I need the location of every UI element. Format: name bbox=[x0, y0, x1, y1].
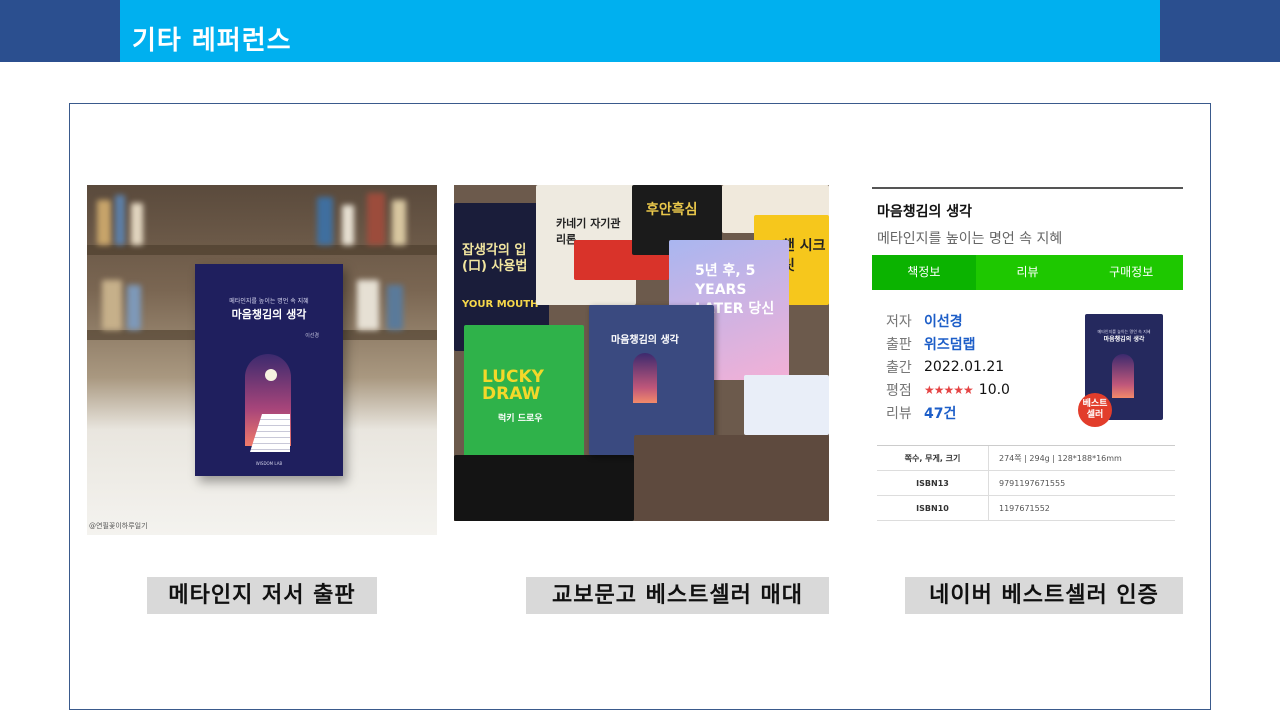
rating-value: 10.0 bbox=[978, 381, 1010, 398]
blurred-book bbox=[367, 193, 385, 245]
blurred-book bbox=[317, 197, 333, 245]
cover-moon-illustration bbox=[265, 369, 277, 381]
display-book-title: 후안흑심 bbox=[646, 202, 698, 218]
cover-door-illustration bbox=[633, 353, 657, 403]
naver-book-title: 마음챙김의 생각 bbox=[877, 204, 973, 220]
header-accent-right bbox=[1160, 0, 1280, 62]
caption-kyobo-bestseller: 교보문고 베스트셀러 매대 bbox=[526, 577, 829, 614]
info-label: 출간 bbox=[886, 359, 912, 376]
blurred-book bbox=[127, 285, 141, 330]
table-row: ISBN13 9791197671555 bbox=[877, 471, 1175, 496]
shelf-line bbox=[87, 245, 437, 255]
info-row-date: 출간 2022.01.21 bbox=[886, 355, 1010, 378]
book-info-list: 저자 이선경 출판 위즈덤랩 출간 2022.01.21 평점 ★★★★★ 10… bbox=[886, 309, 1010, 424]
table-cell: 9791197671555 bbox=[999, 478, 1066, 488]
caption-book-publication: 메타인지 저서 출판 bbox=[147, 577, 377, 614]
display-book-extra: 럭키 드로우 bbox=[498, 414, 543, 424]
blurred-book bbox=[102, 280, 122, 330]
header-accent-left bbox=[0, 0, 120, 62]
info-row-reviews: 리뷰 47건 bbox=[886, 401, 1010, 424]
table-header-cell: ISBN10 bbox=[877, 496, 989, 520]
naver-book-subtitle: 메타인지를 높이는 명언 속 지혜 bbox=[877, 231, 1063, 247]
card-top-border bbox=[872, 187, 1183, 189]
info-row-publisher: 출판 위즈덤랩 bbox=[886, 332, 1010, 355]
cover-door-illustration bbox=[1112, 354, 1134, 398]
display-book-title: 챈 시크릿 bbox=[782, 238, 826, 274]
naver-tab-bar: 책정보 리뷰 구매정보 bbox=[872, 255, 1183, 290]
book-publisher: WISDOM LAB bbox=[255, 461, 283, 466]
blurred-book bbox=[115, 195, 125, 245]
book-title: 마음챙김의 생각 bbox=[231, 308, 307, 321]
blurred-book bbox=[131, 203, 143, 245]
display-book-title: LUCKY DRAW bbox=[482, 367, 544, 404]
display-book-extra: YOUR MOUTH bbox=[462, 299, 539, 310]
display-book: 마음챙김의 생각 bbox=[589, 305, 714, 455]
book-cover: 메타인지를 높이는 명언 속 지혜 마음챙김의 생각 이선경 WISDOM LA… bbox=[195, 264, 343, 476]
info-row-rating: 평점 ★★★★★ 10.0 bbox=[886, 378, 1010, 401]
book-photo: 메타인지를 높이는 명언 속 지혜 마음챙김의 생각 이선경 WISDOM LA… bbox=[87, 185, 437, 535]
tab-purchase-info[interactable]: 구매정보 bbox=[1079, 255, 1183, 290]
blurred-book bbox=[342, 205, 354, 245]
table-row: ISBN10 1197671552 bbox=[877, 496, 1175, 521]
info-label: 리뷰 bbox=[886, 405, 912, 422]
blurred-book bbox=[387, 285, 403, 330]
caption-naver-bestseller: 네이버 베스트셀러 인증 bbox=[905, 577, 1183, 614]
info-label: 출판 bbox=[886, 336, 912, 353]
display-band bbox=[454, 455, 634, 521]
star-rating-icon: ★★★★★ bbox=[924, 382, 974, 397]
book-author: 이선경 bbox=[305, 333, 319, 339]
bestseller-badge: 베스트 셀러 bbox=[1078, 393, 1112, 427]
info-row-author: 저자 이선경 bbox=[886, 309, 1010, 332]
display-book bbox=[744, 375, 829, 435]
bookstore-display-photo: 잡생각의 입(口) 사용법 YOUR MOUTH 카네기 자기관리론 후안흑심 … bbox=[454, 185, 829, 521]
table-header-cell: 쪽수, 무게, 크기 bbox=[877, 446, 989, 470]
table-row: 쪽수, 무게, 크기 274쪽 | 294g | 128*188*16mm bbox=[877, 446, 1175, 471]
author-link[interactable]: 이선경 bbox=[924, 311, 963, 331]
info-label: 저자 bbox=[886, 313, 912, 330]
blurred-book bbox=[357, 280, 379, 330]
table-cell: 1197671552 bbox=[999, 503, 1050, 513]
page-title: 기타 레퍼런스 bbox=[132, 26, 292, 56]
photo-watermark: @연필꽃이하루일기 bbox=[89, 522, 148, 530]
table-cell: 274쪽 | 294g | 128*188*16mm bbox=[999, 453, 1122, 463]
display-book-title: 마음챙김의 생각 bbox=[611, 335, 679, 346]
display-book-title: 잡생각의 입(口) 사용법 bbox=[462, 243, 528, 274]
book-subtitle: 메타인지를 높이는 명언 속 지혜 bbox=[229, 298, 309, 305]
book-spec-table: 쪽수, 무게, 크기 274쪽 | 294g | 128*188*16mm IS… bbox=[877, 445, 1175, 521]
blurred-book bbox=[97, 200, 111, 245]
tab-book-info[interactable]: 책정보 bbox=[872, 255, 976, 290]
blurred-book bbox=[392, 200, 406, 245]
tab-reviews[interactable]: 리뷰 bbox=[976, 255, 1080, 290]
publisher-link[interactable]: 위즈덤랩 bbox=[924, 334, 976, 354]
table-header-cell: ISBN13 bbox=[877, 471, 989, 495]
publish-date: 2022.01.21 bbox=[924, 358, 1005, 375]
review-count-link[interactable]: 47건 bbox=[924, 403, 956, 423]
info-label: 평점 bbox=[886, 382, 912, 399]
cover-title: 마음챙김의 생각 bbox=[1103, 336, 1145, 343]
display-table bbox=[634, 435, 829, 521]
naver-book-card: 마음챙김의 생각 메타인지를 높이는 명언 속 지혜 책정보 리뷰 구매정보 저… bbox=[872, 187, 1184, 527]
